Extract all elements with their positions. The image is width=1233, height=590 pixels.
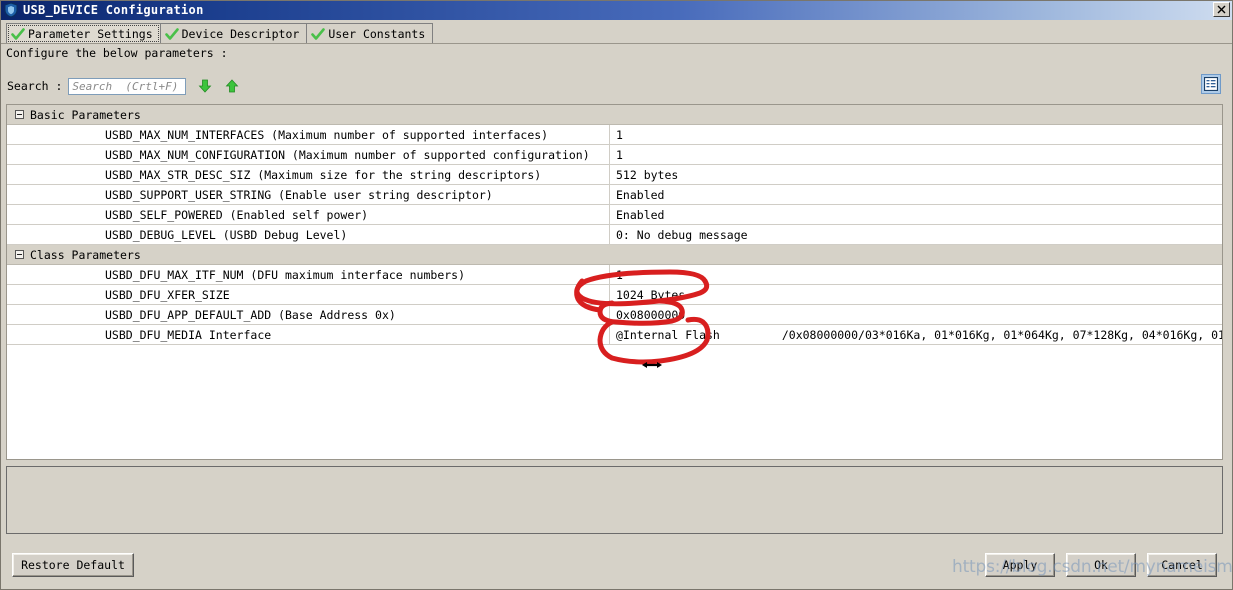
param-value[interactable]: 0x08000000 <box>610 308 1222 322</box>
param-name: USBD_SELF_POWERED (Enabled self power) <box>105 207 369 222</box>
search-input[interactable] <box>68 77 187 95</box>
table-row[interactable]: USBD_MAX_NUM_CONFIGURATION (Maximum numb… <box>7 145 1222 165</box>
param-value[interactable]: 0: No debug message <box>610 228 1222 242</box>
param-name: USBD_MAX_STR_DESC_SIZ (Maximum size for … <box>105 167 542 182</box>
tab-parameter-settings[interactable]: Parameter Settings <box>6 23 161 44</box>
group-header-basic-parameters[interactable]: Basic Parameters <box>7 105 1222 125</box>
table-row[interactable]: USBD_DFU_XFER_SIZE 1024 Bytes <box>7 285 1222 305</box>
tab-device-descriptor[interactable]: Device Descriptor <box>159 23 308 44</box>
table-row[interactable]: USBD_DEBUG_LEVEL (USBD Debug Level) 0: N… <box>7 225 1222 245</box>
param-name: USBD_MAX_NUM_CONFIGURATION (Maximum numb… <box>105 147 590 162</box>
search-label: Search : <box>7 79 63 93</box>
list-view-icon[interactable] <box>1201 74 1221 94</box>
table-row[interactable]: USBD_DFU_MEDIA Interface @Internal Flash… <box>7 325 1222 345</box>
param-value[interactable]: 1 <box>610 148 1222 162</box>
instruction-text: Configure the below parameters : <box>6 46 228 60</box>
check-icon <box>311 27 326 41</box>
check-icon <box>164 27 179 41</box>
restore-default-button[interactable]: Restore Default <box>12 553 134 577</box>
table-row[interactable]: USBD_DFU_APP_DEFAULT_ADD (Base Address 0… <box>7 305 1222 325</box>
param-value[interactable]: 1024 Bytes <box>610 288 1222 302</box>
param-value[interactable]: 1 <box>610 128 1222 142</box>
title-bar: USB_DEVICE Configuration <box>0 0 1233 20</box>
table-row[interactable]: USBD_MAX_NUM_INTERFACES (Maximum number … <box>7 125 1222 145</box>
param-name: USBD_DFU_APP_DEFAULT_ADD (Base Address 0… <box>105 307 396 322</box>
check-icon <box>11 27 25 41</box>
collapse-icon[interactable] <box>15 110 24 119</box>
param-name: USBD_MAX_NUM_INTERFACES (Maximum number … <box>105 127 549 142</box>
tab-label: User Constants <box>328 27 426 41</box>
param-value[interactable]: @Internal Flash/0x08000000/03*016Ka, 01*… <box>610 328 1222 342</box>
param-value[interactable]: 1 <box>610 268 1222 282</box>
group-label: Class Parameters <box>30 247 141 262</box>
param-value[interactable]: 512 bytes <box>610 168 1222 182</box>
table-row[interactable]: USBD_DFU_MAX_ITF_NUM (DFU maximum interf… <box>7 265 1222 285</box>
param-name: USBD_DFU_MAX_ITF_NUM (DFU maximum interf… <box>105 267 466 282</box>
param-value-extra: /0x08000000/03*016Ka, 01*016Kg, 01*064Kg… <box>781 327 1222 342</box>
param-value-main: @Internal Flash <box>616 327 720 342</box>
table-row[interactable]: USBD_SUPPORT_USER_STRING (Enable user st… <box>7 185 1222 205</box>
group-label: Basic Parameters <box>30 107 141 122</box>
description-panel <box>6 466 1223 534</box>
tab-divider <box>0 43 1233 44</box>
shield-icon <box>3 2 19 18</box>
tab-label: Parameter Settings <box>28 27 153 41</box>
arrow-down-icon[interactable] <box>197 78 213 94</box>
param-value[interactable]: Enabled <box>610 188 1222 202</box>
group-header-class-parameters[interactable]: Class Parameters <box>7 245 1222 265</box>
param-value[interactable]: Enabled <box>610 208 1222 222</box>
watermark-text: https://blog.csdn.net/mynameisminduan <box>952 557 1233 577</box>
param-name: USBD_DFU_XFER_SIZE <box>105 287 230 302</box>
parameter-grid[interactable]: Basic Parameters USBD_MAX_NUM_INTERFACES… <box>6 104 1223 460</box>
search-bar: Search : <box>0 72 1233 100</box>
tab-label: Device Descriptor <box>181 27 300 41</box>
arrow-up-icon[interactable] <box>224 78 240 94</box>
tab-bar: Parameter Settings Device Descriptor Use… <box>0 20 1233 44</box>
table-row[interactable]: USBD_MAX_STR_DESC_SIZ (Maximum size for … <box>7 165 1222 185</box>
table-row[interactable]: USBD_SELF_POWERED (Enabled self power) E… <box>7 205 1222 225</box>
tab-user-constants[interactable]: User Constants <box>306 23 434 44</box>
param-name: USBD_DEBUG_LEVEL (USBD Debug Level) <box>105 227 348 242</box>
usb-device-configuration-window: USB_DEVICE Configuration Parameter Setti… <box>0 0 1233 590</box>
window-title: USB_DEVICE Configuration <box>23 3 204 17</box>
param-name: USBD_DFU_MEDIA Interface <box>105 327 272 342</box>
collapse-icon[interactable] <box>15 250 24 259</box>
close-icon[interactable] <box>1213 2 1230 17</box>
param-name: USBD_SUPPORT_USER_STRING (Enable user st… <box>105 187 493 202</box>
